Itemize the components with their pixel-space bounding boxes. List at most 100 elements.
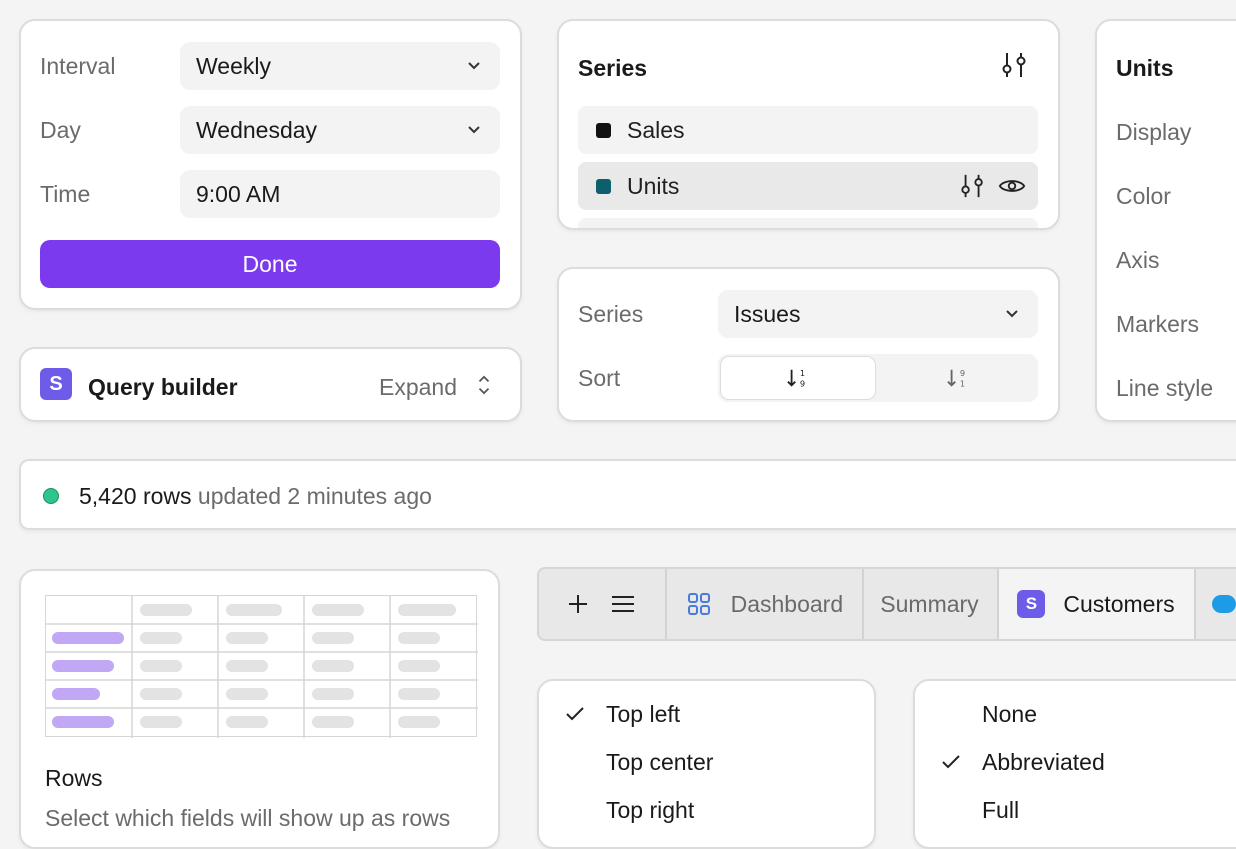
- svg-text:1: 1: [800, 368, 805, 378]
- units-panel-title: Units: [1116, 55, 1174, 81]
- menu-item-top-left[interactable]: Top left: [606, 701, 680, 728]
- plus-icon[interactable]: [567, 593, 589, 615]
- skeleton-row-label: [52, 716, 114, 728]
- status-suffix: updated 2 minutes ago: [197, 483, 432, 509]
- sort-toggle: 1 9 9 1: [718, 354, 1038, 402]
- eye-icon[interactable]: [998, 175, 1026, 197]
- skeleton-cell: [140, 632, 182, 644]
- day-label: Day: [40, 117, 81, 143]
- tab-actions: [539, 569, 667, 639]
- svg-text:9: 9: [800, 378, 805, 388]
- query-builder-card[interactable]: S Query builder Expand: [19, 347, 522, 422]
- sort-descending-button[interactable]: 9 1: [880, 356, 1036, 400]
- menu-item-top-right[interactable]: Top right: [606, 797, 694, 824]
- status-bar: 5,420 rows updated 2 minutes ago: [19, 459, 1236, 530]
- skeleton-cell: [226, 660, 268, 672]
- series-panel-title: Series: [578, 55, 648, 81]
- status-text: 5,420 rows updated 2 minutes ago: [79, 483, 432, 510]
- svg-text:1: 1: [960, 378, 965, 388]
- day-value: Wednesday: [196, 116, 318, 143]
- menu-item-abbreviated[interactable]: Abbreviated: [982, 749, 1105, 776]
- skeleton-cell: [312, 632, 354, 644]
- cloud-icon: [1212, 595, 1236, 613]
- done-button[interactable]: Done: [40, 240, 500, 288]
- tab-label: Customers: [1063, 590, 1175, 617]
- chevron-down-icon: [1006, 310, 1018, 318]
- app-logo-icon: S: [1017, 590, 1046, 618]
- status-dot: [43, 488, 59, 504]
- format-menu: None Abbreviated Full: [913, 679, 1236, 849]
- status-count: 5,420 rows: [79, 483, 192, 509]
- menu-item-top-center[interactable]: Top center: [606, 749, 713, 776]
- time-input[interactable]: 9:00 AM: [180, 170, 500, 218]
- series-panel: Series Sales Units: [557, 19, 1060, 230]
- rows-card[interactable]: Rows Select which fields will show up as…: [19, 569, 500, 849]
- tab-partial[interactable]: [1196, 569, 1236, 639]
- skeleton-row-label: [52, 660, 114, 672]
- menu-item-none[interactable]: None: [982, 701, 1037, 728]
- position-menu: Top left Top center Top right: [537, 679, 876, 849]
- series-item-units[interactable]: Units: [578, 162, 1038, 210]
- check-icon: [942, 755, 960, 769]
- day-select[interactable]: Wednesday: [180, 106, 500, 154]
- skeleton-cell: [398, 660, 440, 672]
- expand-label[interactable]: Expand: [379, 374, 457, 401]
- tab-label: Dashboard: [730, 590, 844, 617]
- skeleton-cell: [398, 632, 440, 644]
- units-row-color: Color: [1116, 183, 1171, 209]
- tab-bar: Dashboard Summary S Customers: [537, 567, 1236, 641]
- skeleton-cell: [398, 688, 440, 700]
- units-row-axis: Axis: [1116, 247, 1160, 273]
- check-icon: [566, 707, 584, 721]
- sort-descending-icon: 9 1: [947, 368, 965, 388]
- rows-card-description: Select which fields will show up as rows: [45, 805, 451, 831]
- series-swatch: [596, 122, 611, 138]
- sliders-icon[interactable]: [1001, 51, 1029, 79]
- series-item-sales[interactable]: Sales: [578, 106, 1038, 154]
- table-preview: [45, 595, 478, 738]
- menu-item-full[interactable]: Full: [982, 797, 1019, 824]
- time-label: Time: [40, 181, 91, 207]
- series-value: Issues: [734, 300, 801, 327]
- units-row-line-style: Line style: [1116, 375, 1214, 401]
- tab-summary[interactable]: Summary: [864, 569, 1000, 639]
- interval-value: Weekly: [196, 52, 271, 79]
- chevron-up-down-icon[interactable]: [475, 372, 493, 398]
- skeleton-cell: [226, 688, 268, 700]
- sort-ascending-icon: 1 9: [787, 368, 805, 388]
- rows-card-title: Rows: [45, 765, 103, 791]
- menu-icon[interactable]: [611, 594, 635, 614]
- chevron-down-icon: [468, 126, 480, 134]
- skeleton-cell: [226, 632, 268, 644]
- series-item-label: Sales: [627, 116, 685, 143]
- skeleton-row-label: [52, 688, 100, 700]
- skeleton-cell: [140, 688, 182, 700]
- sort-ascending-button[interactable]: 1 9: [720, 356, 876, 400]
- skeleton-cell: [226, 716, 268, 728]
- units-panel: Units Display Color Axis Markers Line st…: [1095, 19, 1236, 422]
- interval-label: Interval: [40, 53, 116, 79]
- units-row-display: Display: [1116, 119, 1192, 145]
- svg-text:9: 9: [960, 368, 965, 378]
- skeleton-header: [140, 604, 192, 616]
- series-select[interactable]: Issues: [718, 290, 1038, 338]
- tab-dashboard[interactable]: Dashboard: [667, 569, 865, 639]
- skeleton-cell: [312, 716, 354, 728]
- skeleton-row-label: [52, 632, 124, 644]
- series-sort-card: Series Issues Sort 1 9 9 1: [557, 267, 1060, 422]
- skeleton-cell: [140, 716, 182, 728]
- series-item-partial: [578, 218, 1038, 228]
- interval-select[interactable]: Weekly: [180, 42, 500, 90]
- skeleton-cell: [312, 688, 354, 700]
- grid-icon: [687, 593, 710, 615]
- skeleton-header: [312, 604, 364, 616]
- series-item-label: Units: [627, 172, 680, 199]
- skeleton-header: [226, 604, 282, 616]
- sort-label: Sort: [578, 365, 621, 391]
- skeleton-header: [398, 604, 456, 616]
- schedule-card: Interval Weekly Day Wednesday Time 9:00 …: [19, 19, 522, 310]
- tab-customers[interactable]: S Customers: [999, 569, 1197, 639]
- skeleton-cell: [140, 660, 182, 672]
- sliders-icon[interactable]: [960, 173, 986, 199]
- time-value: 9:00 AM: [196, 180, 281, 207]
